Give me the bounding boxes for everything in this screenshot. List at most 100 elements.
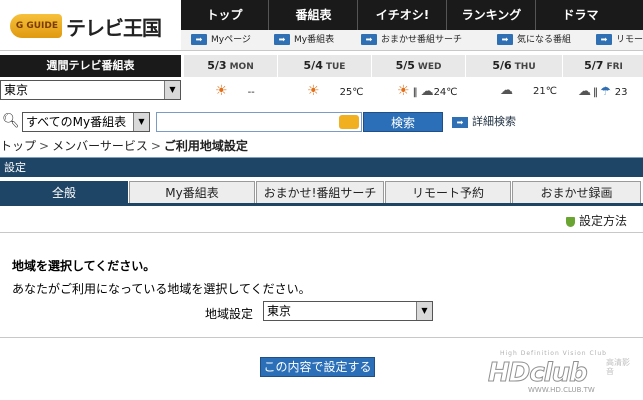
watermark-tagline: High Definition Vision Club [500,350,607,357]
temperature: 23 [614,87,628,98]
subnav-remote[interactable]: ➡ リモー [596,33,643,47]
advanced-search-label: 詳細検索 [472,115,516,128]
chevron-down-icon: ▼ [416,302,432,320]
arrow-icon: ➡ [274,34,290,45]
subnav-mypage[interactable]: ➡ Myページ [191,33,251,47]
breadcrumb: トップ > メンバーサービス > ご利用地域設定 [0,137,248,154]
divider [0,232,643,233]
day-weekday: THU [514,62,536,72]
day-weekday: MON [229,62,254,72]
subnav-label: おまかせ番組サーチ [381,35,463,45]
weather-cell: ☀ 25℃ [307,80,364,102]
then-separator-icon: ‖ [593,87,598,98]
region-select[interactable]: 東京 ▼ [0,80,181,100]
search-icon: 🔍︎ [2,113,20,129]
cloud-icon: ☁ [500,83,513,98]
search-input[interactable] [156,112,362,132]
divider [0,337,643,338]
watermark-logo: HDclub [488,358,589,389]
breadcrumb-separator: > [39,139,50,153]
top-nav: トップ 番組表 イチオシ! ランキング ドラマ [181,0,643,30]
setting-guide-link[interactable]: 設定方法 [566,212,627,229]
nav-recommended[interactable]: イチオシ! [357,0,447,30]
temperature: 21℃ [533,86,557,97]
advanced-search-link[interactable]: ➡ 詳細検索 [452,113,516,129]
search-button[interactable]: 検索 [363,112,443,132]
g-guide-badge: G GUIDE [10,14,62,38]
day-weekday: FRI [606,62,623,72]
weather-cell: ☁ 21℃ [500,80,557,102]
subnav-label: リモー [616,35,643,45]
prompt-description: あなたがご利用になっている地域を選択してください。 [12,282,311,296]
day-weekday: TUE [325,62,346,72]
day-header[interactable]: 5/4 TUE [277,55,371,77]
cloud-icon: ☁ [420,84,434,99]
area-label: 地域設定 [205,307,254,321]
day-date: 5/4 [303,59,323,72]
breadcrumb-top[interactable]: トップ [0,139,36,153]
nav-program-guide[interactable]: 番組表 [268,0,358,30]
area-select-value: 東京 [267,304,292,318]
shield-icon [566,216,575,227]
cloud-icon: ☁ [578,84,591,99]
arrow-icon: ➡ [452,116,468,128]
subnav-label: Myページ [211,35,251,45]
day-date: 5/7 [584,59,604,72]
arrow-icon: ➡ [361,34,377,45]
tab-general[interactable]: 全般 [0,181,128,203]
tab-auto-recording[interactable]: おまかせ録画 [512,181,641,203]
day-date: 5/5 [395,59,415,72]
umbrella-icon: ☂ [600,84,611,98]
breadcrumb-separator: > [150,139,161,153]
nav-ranking[interactable]: ランキング [446,0,536,30]
subnav-auto-search[interactable]: ➡ おまかせ番組サーチ [361,33,462,47]
subnav-interesting[interactable]: ➡ 気になる番組 [497,33,571,47]
setting-guide-label: 設定方法 [579,214,628,228]
day-header[interactable]: 5/3 MON [183,55,277,77]
day-header[interactable]: 5/5 WED [371,55,465,77]
day-header[interactable]: 5/6 THU [465,55,562,77]
tab-my-guide[interactable]: My番組表 [129,181,255,203]
search-scope-value: すべてのMy番組表 [26,115,127,129]
nav-top[interactable]: トップ [181,0,268,30]
watermark: High Definition Vision Club HDclub WWW.H… [488,350,638,395]
prompt-title: 地域を選択してください。 [12,259,156,273]
weekly-guide-link[interactable]: 週間テレビ番組表 [0,55,181,77]
search-scope-select[interactable]: すべてのMy番組表 ▼ [22,112,150,132]
subnav-label: My番組表 [294,35,335,45]
weather-cell: ☁ ‖ ☂ 23 [578,80,628,102]
submit-button[interactable]: この内容で設定する [260,357,375,377]
day-date: 5/3 [207,59,227,72]
weather-cell: ☀ ‖ ☁24℃ [397,80,458,102]
arrow-icon: ➡ [191,34,207,45]
day-weekday: WED [417,62,442,72]
then-separator-icon: ‖ [412,87,418,98]
chevron-down-icon: ▼ [133,113,149,131]
temperature: 25℃ [339,87,364,98]
sun-icon: ☀ [397,83,410,99]
tab-auto-search[interactable]: おまかせ!番組サーチ [256,181,384,203]
region-value: 東京 [4,83,29,97]
weather-cell: ☀ -- [215,80,255,102]
watermark-url: WWW.HD.CLUB.TW [528,386,595,394]
area-select[interactable]: 東京 ▼ [263,301,433,321]
watermark-cjk: 高清影音 [606,358,630,376]
temperature: 24℃ [433,87,458,98]
breadcrumb-member-service[interactable]: メンバーサービス [52,139,148,153]
sub-nav: ➡ Myページ ➡ My番組表 ➡ おまかせ番組サーチ ➡ 気になる番組 ➡ リモー [181,30,643,51]
sun-icon: ☀ [307,83,320,99]
logo-title: テレビ王国 [66,16,162,40]
breadcrumb-current: ご利用地域設定 [163,139,248,153]
g-guide-icon [339,115,359,129]
sun-icon: ☀ [215,83,228,99]
day-date: 5/6 [492,59,512,72]
subnav-my-guide[interactable]: ➡ My番組表 [274,33,334,47]
day-header[interactable]: 5/7 FRI [562,55,643,77]
tab-remote-reservation[interactable]: リモート予約 [385,181,511,203]
arrow-icon: ➡ [497,34,513,45]
chevron-down-icon: ▼ [164,81,180,99]
site-logo[interactable]: G GUIDE テレビ王国 [0,0,181,51]
arrow-icon: ➡ [596,34,612,45]
subnav-label: 気になる番組 [517,35,572,45]
nav-drama[interactable]: ドラマ [535,0,625,30]
